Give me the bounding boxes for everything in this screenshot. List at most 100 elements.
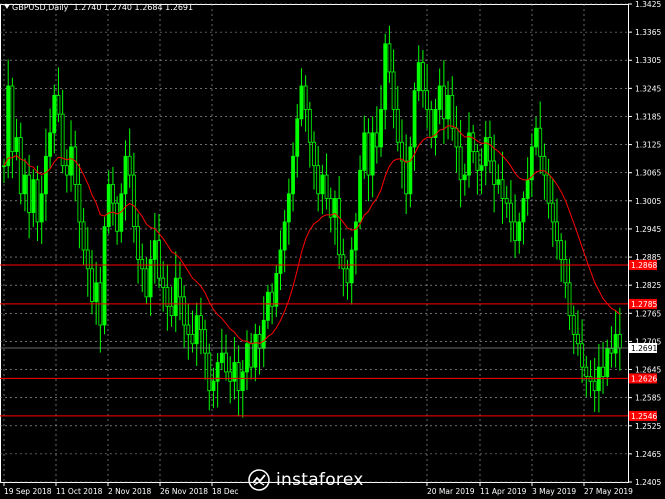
candle-body (136, 226, 140, 260)
y-tick-label: 1.3245 (635, 84, 661, 93)
candle-body (429, 109, 434, 138)
candle-body (379, 109, 383, 148)
candle-body (161, 277, 166, 288)
candle-body (261, 319, 266, 349)
candle-body (43, 155, 48, 195)
candle-body (362, 132, 367, 171)
candle-body (592, 380, 597, 392)
x-tick-label: 26 Nov 2018 (160, 487, 208, 496)
candle-body (567, 282, 572, 317)
level-label: 1.2785 (631, 300, 657, 309)
candle-body (291, 155, 295, 195)
candle-body (425, 90, 430, 110)
candle-body (320, 174, 325, 195)
candle-body (458, 146, 463, 181)
dropdown-triangle-icon[interactable] (4, 4, 10, 9)
candle-body (169, 305, 174, 317)
candle-body (27, 174, 32, 213)
x-tick-label: 18 Dec (212, 487, 238, 496)
y-tick-label: 1.3365 (635, 28, 661, 37)
y-tick-label: 1.2765 (635, 309, 661, 318)
candle-body (366, 132, 371, 176)
candle-body (450, 94, 455, 129)
candle-body (90, 268, 94, 302)
candle-body (157, 240, 161, 279)
candle-body (23, 174, 27, 195)
y-tick-label: 1.3425 (635, 0, 661, 9)
candle-body (488, 137, 492, 162)
candle-body (178, 277, 182, 298)
candle-body (56, 94, 61, 115)
candle-body (584, 366, 589, 377)
candle-body (462, 174, 467, 181)
candle-body (559, 240, 564, 260)
candle-body (349, 249, 354, 284)
candle-body (257, 333, 262, 349)
candle-body (395, 109, 400, 143)
candle-body (358, 169, 362, 223)
candle-body (404, 160, 409, 195)
candle-body (500, 179, 505, 199)
candle-body (370, 132, 375, 176)
candle-body (353, 221, 358, 251)
candle-body (73, 146, 78, 185)
candle-body (64, 165, 69, 176)
y-tick-label: 1.2465 (635, 450, 661, 459)
y-tick-label: 1.2525 (635, 422, 661, 431)
candle-body (312, 141, 316, 167)
candle-body (400, 141, 404, 162)
candle-body (173, 277, 178, 317)
symbol-timeframe: GBPUSD,Daily (12, 3, 69, 12)
candle-body (152, 240, 157, 260)
candle-body (299, 85, 304, 120)
candle-body (85, 249, 90, 270)
candle-body (274, 273, 279, 307)
candle-body (341, 254, 346, 270)
candle-body (203, 329, 207, 354)
x-tick-label: 20 Mar 2019 (427, 487, 475, 496)
candle-body (412, 90, 417, 148)
price-chart[interactable]: 1.3425 1.3365 1.3305 1.3245 1.3185 1.3125 1.30… (0, 0, 665, 499)
candle-body (521, 198, 526, 223)
candle-body (69, 146, 73, 176)
candle-body (324, 174, 329, 199)
chart-header: GBPUSD,Daily 1.2740 1.2740 1.2684 1.2691 (4, 3, 193, 12)
candle-body (102, 226, 107, 326)
candle-body (534, 127, 538, 148)
candle-body (278, 249, 283, 274)
candle-body (496, 179, 501, 185)
candle-body (6, 85, 11, 167)
candle-body (316, 165, 321, 195)
candle-body (249, 343, 254, 368)
candle-body (454, 127, 459, 148)
candle-body (508, 202, 513, 223)
candle-body (106, 184, 111, 227)
candle-body (131, 174, 136, 227)
candle-body (39, 193, 44, 223)
candle-body (219, 352, 224, 363)
candle-body (475, 151, 480, 171)
level-label: 1.2626 (631, 374, 657, 383)
candle-body (538, 127, 543, 157)
candle-body (513, 221, 517, 242)
candle-body (14, 137, 19, 153)
candle-body (546, 174, 551, 204)
candle-body (437, 85, 442, 110)
y-tick-label: 1.3065 (635, 169, 661, 178)
candle-body (295, 118, 300, 157)
candle-body (240, 371, 245, 392)
candle-body (421, 62, 425, 92)
candle-body (571, 315, 576, 335)
candle-body (228, 371, 233, 382)
candle-body (224, 352, 228, 373)
candle-body (345, 268, 350, 284)
candle-body (441, 85, 446, 120)
candle-body (198, 315, 203, 331)
candle-body (111, 184, 115, 204)
candle-body (580, 343, 585, 368)
candle-body (555, 221, 559, 242)
instaforex-logo-icon (248, 469, 270, 491)
candle-body (94, 282, 99, 302)
level-label: 1.2868 (631, 261, 657, 270)
candle-body (123, 155, 128, 195)
